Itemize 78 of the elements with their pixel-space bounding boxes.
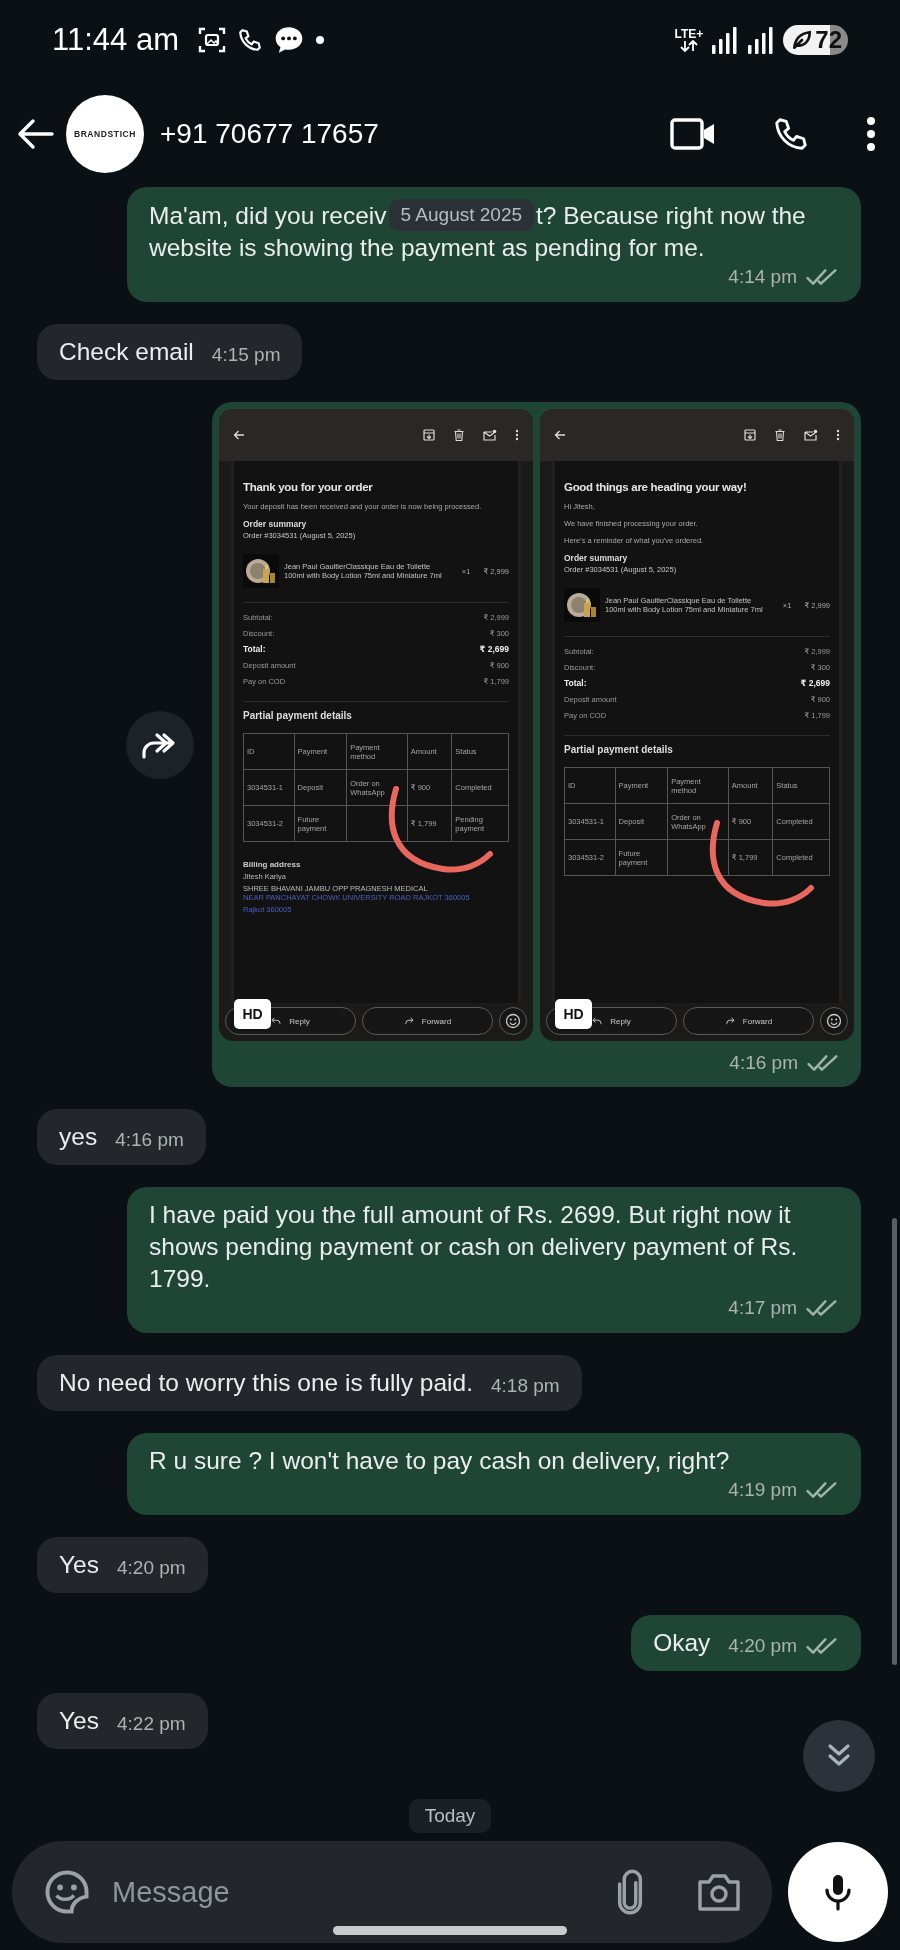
reply-icon (271, 1017, 282, 1025)
date-chip: Today (408, 1799, 492, 1833)
message-bar[interactable]: Message (12, 1841, 772, 1943)
message-text: Check email (59, 337, 194, 367)
back-icon[interactable] (554, 429, 566, 441)
message-text: Yes (59, 1706, 99, 1736)
more-icon[interactable] (866, 115, 876, 152)
dot-icon (314, 35, 325, 45)
message-time: 4:14 pm (728, 266, 797, 288)
message-time: 4:18 pm (491, 1375, 560, 1397)
forward-icon (724, 1017, 735, 1025)
mail-icon[interactable] (483, 429, 497, 441)
section-heading: Order summary (243, 519, 308, 529)
message-time: 4:15 pm (211, 344, 281, 366)
hd-badge: HD (234, 999, 271, 1029)
billing-heading: Billing address (243, 860, 302, 869)
message-text: website is showing the payment as pending for me. (149, 234, 705, 261)
section-heading: Partial payment details (564, 744, 674, 755)
message-text: Ma'am, did you receiv (149, 202, 387, 229)
table-cell (668, 840, 729, 876)
sticker-icon[interactable] (44, 1869, 90, 1915)
message-text: Yes (59, 1550, 99, 1580)
message-text: I have paid you the full amount of Rs. 2699. But right now it shows pending payment or cash on delivery payment of Rs. 1799. (149, 1200, 799, 1294)
hd-badge: HD (555, 999, 592, 1029)
total-label: Total: (243, 644, 266, 654)
network-label: LTE+ (674, 28, 704, 40)
date-chip: 5 August 2025 (388, 199, 535, 231)
reply-icon (592, 1017, 603, 1025)
message-time: 4:16 pm (115, 1129, 184, 1151)
more-icon[interactable] (836, 429, 840, 441)
message-time: 4:19 pm (728, 1479, 797, 1501)
trash-icon[interactable] (774, 429, 786, 441)
video-call-icon[interactable] (670, 115, 716, 152)
emoji-icon[interactable] (499, 1007, 527, 1035)
archive-icon[interactable] (423, 429, 435, 441)
scroll-bar[interactable] (892, 1218, 897, 1665)
microphone-icon (823, 1872, 853, 1912)
camera-icon[interactable] (696, 1872, 742, 1912)
forward-icon (403, 1017, 414, 1025)
message-field[interactable]: Message (110, 1870, 596, 1914)
message-text: yes (59, 1122, 98, 1152)
message-text: R u sure ? I won't have to pay cash on delivery, right? (149, 1446, 730, 1476)
message-text: No need to worry this one is fully paid. (59, 1368, 473, 1398)
emoji-icon[interactable] (820, 1007, 848, 1035)
email-action-button[interactable]: Forward (683, 1007, 814, 1035)
screenshot-icon (196, 25, 227, 55)
back-icon[interactable] (233, 429, 245, 441)
signal-icon (711, 25, 740, 55)
archive-icon[interactable] (744, 429, 756, 441)
section-heading: Partial payment details (243, 710, 353, 721)
section-heading: Order summary (564, 553, 629, 563)
mail-icon[interactable] (804, 429, 818, 441)
table-cell (347, 806, 408, 842)
message-time: 4:20 pm (728, 1635, 797, 1657)
contact-name[interactable]: +91 70677 17657 (160, 117, 379, 150)
message-time: 4:16 pm (729, 1052, 798, 1074)
email-title: Thank you for your order (243, 481, 374, 493)
phone-icon (236, 27, 263, 53)
email-title: Good things are heading your way! (564, 481, 748, 493)
data-arrows-icon (678, 40, 699, 52)
battery-level: 72 (815, 26, 842, 54)
message-time: 4:17 pm (728, 1297, 797, 1319)
email-action-button[interactable]: Forward (362, 1007, 493, 1035)
total-label: Total: (564, 678, 587, 688)
message-time: 4:20 pm (116, 1557, 186, 1579)
more-icon[interactable] (515, 429, 519, 441)
paperclip-icon[interactable] (616, 1869, 644, 1915)
message-time: 4:22 pm (116, 1713, 186, 1735)
logo-text: BRANDSTICH (73, 128, 137, 139)
message-text: Okay (653, 1628, 711, 1658)
total-value: ₹ 2,699 (800, 678, 830, 688)
avatar[interactable]: BRANDSTICH (66, 94, 144, 173)
total-value: ₹ 2,699 (479, 644, 509, 654)
signal-icon (747, 25, 776, 55)
trash-icon[interactable] (453, 429, 465, 441)
leaf-icon (791, 29, 814, 51)
status-time: 11:44 am (52, 22, 179, 58)
message-text: t? Because right now the (536, 202, 806, 229)
